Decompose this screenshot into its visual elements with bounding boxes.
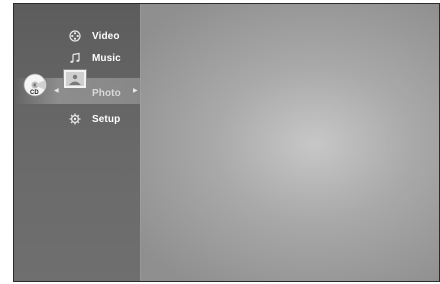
menu-item-video-label: Video bbox=[92, 30, 120, 42]
photo-icon bbox=[64, 70, 86, 88]
menu-item-photo-label: Photo bbox=[92, 88, 121, 99]
menu-item-setup-label: Setup bbox=[92, 113, 121, 125]
menu-item-music-label: Music bbox=[92, 52, 121, 64]
media-screen: Video Music Photo ◀ ▶ Setup CD bbox=[13, 3, 440, 282]
menu-item-video[interactable]: Video bbox=[14, 26, 140, 46]
film-reel-icon bbox=[68, 29, 82, 43]
right-arrow-icon[interactable]: ▶ bbox=[133, 87, 138, 94]
gear-icon bbox=[68, 112, 82, 126]
left-arrow-icon[interactable]: ◀ bbox=[54, 87, 59, 94]
main-menu-panel: Video Music Photo ◀ ▶ Setup CD bbox=[14, 4, 140, 281]
menu-item-music[interactable]: Music bbox=[14, 48, 140, 68]
cd-label: CD bbox=[30, 90, 39, 96]
menu-item-setup[interactable]: Setup bbox=[14, 109, 140, 129]
music-note-icon bbox=[68, 51, 82, 65]
